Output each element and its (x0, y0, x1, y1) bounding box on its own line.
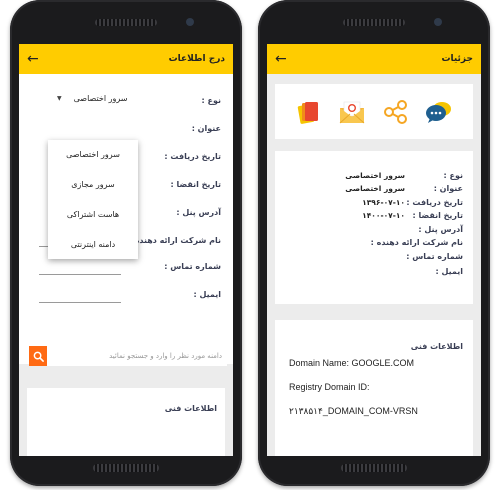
expire-date-value: ۱۴۰۰-۰۷-۱۰ (362, 211, 405, 220)
page-title: درج اطلاعات (168, 54, 225, 64)
back-arrow-icon[interactable]: ← (27, 52, 39, 66)
dropdown-option-shared-host[interactable]: هاست اشتراکی (48, 200, 138, 230)
dropdown-option-domain[interactable]: دامنه اینترنتی (48, 229, 138, 259)
type-label: نوع : (201, 96, 221, 105)
phone-field[interactable] (39, 274, 121, 275)
phone-label: شماره تماس : (406, 252, 463, 261)
tech-info-card: اطلاعات فنی Domain Name: GOOGLE.COM Regi… (275, 320, 473, 456)
tech-info-line: Domain Name: GOOGLE.COM (289, 358, 415, 368)
app-bar: ← جزئیات (267, 44, 481, 74)
search-button[interactable] (29, 346, 47, 366)
type-value: سرور اختصاصی (345, 171, 405, 180)
left-phone: ← درج اطلاعات نوع : ▼ سرور اختصاصی عنوان… (10, 0, 242, 486)
type-select[interactable]: ▼ سرور اختصاصی (57, 94, 127, 103)
tech-info-heading: اطلاعات فنی (164, 404, 217, 413)
type-label: نوع : (443, 171, 463, 180)
panel-address-label: آدرس پنل : (176, 208, 221, 217)
email-label: ایمیل : (435, 267, 464, 276)
right-screen: ← جزئیات نوع: سرور اختصاصی عنوان: سرور… (267, 44, 481, 456)
front-camera (186, 18, 194, 26)
bottom-speaker (341, 464, 407, 472)
dropdown-option-virtual[interactable]: سرور مجازی (48, 170, 138, 200)
back-arrow-icon[interactable]: ← (275, 52, 287, 66)
page-title: جزئیات (441, 54, 473, 64)
received-date-label: تاریخ دریافت : (164, 152, 221, 161)
share-icon[interactable] (382, 98, 410, 126)
panel-address-label: آدرس پنل : (418, 225, 463, 234)
email-label: ایمیل : (193, 290, 222, 299)
chat-icon[interactable] (425, 98, 453, 126)
type-dropdown-menu: سرور اختصاصی سرور مجازی هاست اشتراکی دام… (48, 140, 138, 259)
provider-label: نام شرکت ارائه دهنده : (370, 238, 463, 247)
search-icon (33, 351, 44, 362)
dropdown-option-dedicated[interactable]: سرور اختصاصی (48, 140, 138, 170)
front-camera (434, 18, 442, 26)
right-phone: ← جزئیات نوع: سرور اختصاصی عنوان: سرور… (258, 0, 490, 486)
files-icon[interactable] (295, 98, 323, 126)
received-date-label: تاریخ دریافت : (406, 198, 463, 207)
email-field[interactable] (39, 302, 121, 303)
action-icons-card (275, 84, 473, 139)
earpiece-speaker (343, 19, 405, 26)
title-value: سرور اختصاصی (345, 184, 405, 193)
domain-search-bar (29, 346, 227, 366)
phone-label: شماره تماس : (164, 262, 221, 271)
expire-date-label: تاریخ انقضا : (170, 180, 221, 189)
mail-icon[interactable] (338, 98, 366, 126)
bottom-speaker (93, 464, 159, 472)
title-label: عنوان : (191, 124, 221, 133)
earpiece-speaker (95, 19, 157, 26)
dropdown-caret-icon: ▼ (57, 95, 62, 102)
tech-info-line: ۲۱۳۸۵۱۴_DOMAIN_COM-VRSN (289, 406, 418, 416)
app-bar: ← درج اطلاعات (19, 44, 233, 74)
domain-search-input[interactable] (47, 346, 227, 366)
expire-date-label: تاریخ انقضا : (412, 211, 463, 220)
title-label: عنوان : (433, 184, 463, 193)
received-date-value: ۱۳۹۶-۰۷-۱۰ (362, 198, 405, 207)
type-select-value: سرور اختصاصی (73, 94, 128, 103)
details-card: نوع : سرور اختصاصی عنوان : سرور اختصاصی … (275, 151, 473, 304)
provider-label: نام شرکت ارائه دهنده : (128, 236, 221, 245)
tech-info-card: اطلاعات فنی (27, 388, 225, 456)
tech-info-heading: اطلاعات فنی (410, 342, 463, 351)
left-screen: ← درج اطلاعات نوع : ▼ سرور اختصاصی عنوان… (19, 44, 233, 456)
tech-info-line: Registry Domain ID: (289, 382, 370, 392)
